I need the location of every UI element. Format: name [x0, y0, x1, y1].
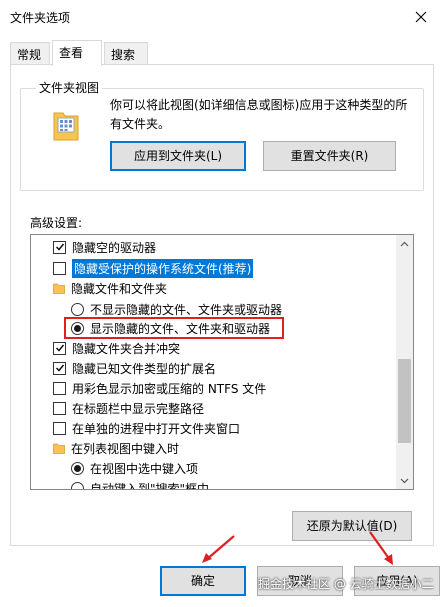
list-item[interactable]: 在标题栏中显示完整路径: [53, 398, 204, 418]
list-item[interactable]: 在单独的进程中打开文件夹窗口: [53, 418, 240, 438]
list-item[interactable]: 显示隐藏的文件、文件夹和驱动器: [71, 318, 270, 338]
list-item-label: 隐藏已知文件类型的扩展名: [72, 361, 217, 376]
radio-dot-icon: [74, 464, 81, 472]
tab-general[interactable]: 常规: [10, 42, 50, 64]
scrollbar-thumb[interactable]: [398, 359, 411, 443]
radio-dot-icon: [74, 324, 81, 332]
vertical-scrollbar[interactable]: [396, 235, 413, 489]
list-item-label: 在单独的进程中打开文件夹窗口: [72, 421, 241, 436]
list-item[interactable]: 不显示隐藏的文件、文件夹或驱动器: [71, 299, 282, 319]
list-item[interactable]: 隐藏已知文件类型的扩展名: [53, 358, 216, 378]
list-item[interactable]: 自动键入到"搜索"框中: [71, 478, 210, 490]
radio-button[interactable]: [71, 481, 84, 489]
folder-icon: [53, 283, 65, 294]
apply-to-folders-button[interactable]: 应用到文件夹(L): [110, 141, 246, 171]
list-item-label: 在视图中选中键入项: [90, 461, 199, 476]
restore-defaults-button[interactable]: 还原为默认值(D): [292, 511, 412, 541]
chevron-down-icon: [400, 478, 409, 483]
checkbox[interactable]: [53, 261, 66, 275]
list-item[interactable]: 在视图中选中键入项: [71, 458, 198, 478]
scroll-up-arrow[interactable]: [396, 235, 413, 252]
list-item-label: 用彩色显示加密或压缩的 NTFS 文件: [72, 381, 267, 396]
scroll-down-arrow[interactable]: [396, 472, 413, 489]
check-icon: [55, 364, 64, 372]
list-item-label: 隐藏受保护的操作系统文件(推荐): [72, 258, 254, 278]
list-item[interactable]: 隐藏受保护的操作系统文件(推荐): [53, 258, 254, 278]
close-button[interactable]: [398, 0, 444, 34]
list-item-label: 不显示隐藏的文件、文件夹或驱动器: [90, 302, 283, 317]
window-title: 文件夹选项: [10, 11, 71, 25]
advanced-settings-label: 高级设置:: [30, 216, 83, 230]
list-item-label: 隐藏文件和文件夹: [71, 281, 168, 296]
checkbox[interactable]: [53, 361, 66, 375]
checkbox[interactable]: [53, 240, 66, 254]
folder-view-icon: [53, 112, 79, 141]
check-icon: [55, 344, 64, 352]
folder-icon: [53, 443, 65, 454]
tab-search[interactable]: 搜索: [104, 42, 148, 64]
folder-view-description: 你可以将此视图(如详细信息或图标)应用于这种类型的所有文件夹。: [110, 98, 408, 131]
list-item-label: 自动键入到"搜索"框中: [90, 481, 210, 490]
list-item[interactable]: 隐藏文件夹合并冲突: [53, 338, 180, 358]
list-item-label: 隐藏空的驱动器: [72, 240, 157, 255]
list-item: 在列表视图中键入时: [53, 438, 179, 458]
close-icon: [415, 11, 427, 23]
radio-button[interactable]: [71, 321, 84, 335]
list-item-label: 显示隐藏的文件、文件夹和驱动器: [90, 321, 271, 336]
list-item[interactable]: 隐藏空的驱动器: [53, 237, 156, 257]
tab-view[interactable]: 查看: [52, 40, 102, 66]
chevron-up-icon: [400, 241, 409, 246]
checkbox[interactable]: [53, 401, 66, 415]
folder-view-legend: 文件夹视图: [36, 79, 103, 96]
list-item: 隐藏文件和文件夹: [53, 278, 167, 298]
radio-button[interactable]: [71, 461, 84, 475]
checkbox[interactable]: [53, 421, 66, 435]
title-bar: 文件夹选项: [0, 0, 444, 34]
list-item[interactable]: 用彩色显示加密或压缩的 NTFS 文件: [53, 378, 266, 398]
list-item-label: 在列表视图中键入时: [71, 441, 180, 456]
list-item-label: 隐藏文件夹合并冲突: [72, 341, 181, 356]
advanced-settings-list[interactable]: 隐藏空的驱动器 隐藏受保护的操作系统文件(推荐) 隐藏文件和文件夹 不显示隐藏的…: [30, 234, 414, 490]
tab-strip: 常规 查看 搜索: [10, 40, 434, 66]
checkbox[interactable]: [53, 381, 66, 395]
checkbox[interactable]: [53, 341, 66, 355]
reset-folders-button[interactable]: 重置文件夹(R): [263, 141, 396, 171]
list-item-label: 在标题栏中显示完整路径: [72, 401, 205, 416]
ok-button[interactable]: 确定: [160, 566, 246, 596]
check-icon: [55, 243, 64, 251]
watermark: 掘金技术社区 @ 云骑士数据小二: [258, 577, 434, 591]
radio-button[interactable]: [71, 302, 84, 316]
